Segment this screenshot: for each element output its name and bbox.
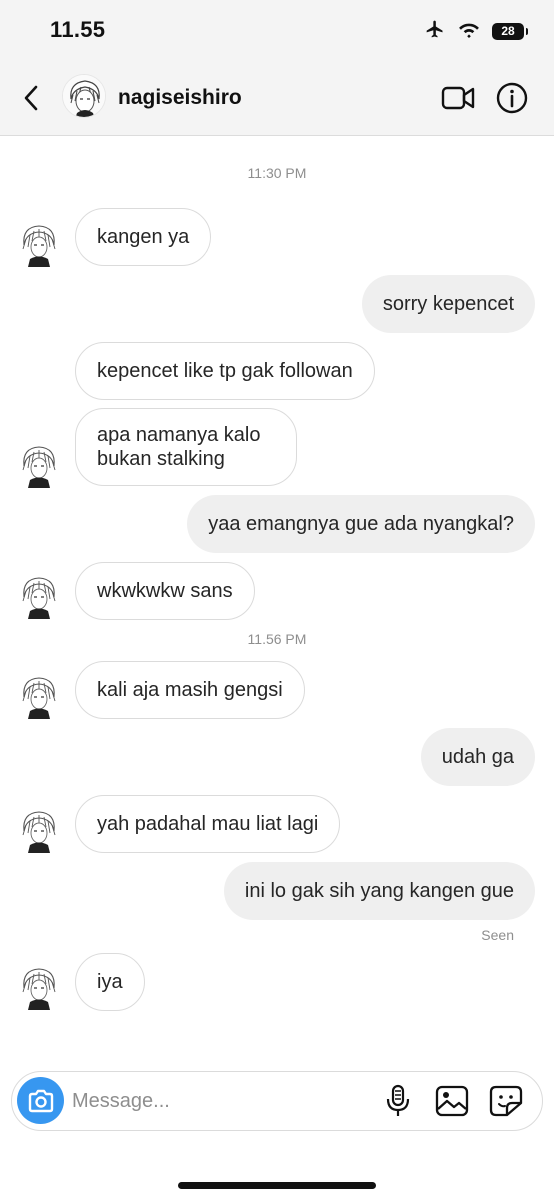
message-bubble-outgoing[interactable]: udah ga	[420, 728, 535, 786]
home-indicator[interactable]	[178, 1182, 376, 1189]
voice-message-button[interactable]	[382, 1084, 414, 1118]
chat-header: nagiseishiro	[0, 62, 554, 136]
info-button[interactable]	[495, 81, 529, 115]
timestamp: 11:30 PM	[247, 165, 307, 181]
message-avatar[interactable]	[20, 223, 58, 267]
camera-button[interactable]	[17, 1077, 64, 1124]
message-bubble-incoming[interactable]: kangen ya	[75, 208, 212, 266]
info-icon	[496, 82, 528, 114]
timestamp: 11.56 PM	[247, 631, 307, 647]
chat-username[interactable]: nagiseishiro	[118, 86, 242, 110]
status-time: 11.55	[50, 17, 106, 42]
status-icons: 28	[424, 19, 528, 44]
message-avatar[interactable]	[20, 966, 58, 1010]
message-avatar[interactable]	[20, 809, 58, 853]
message-bubble-incoming[interactable]: wkwkwkw sans	[75, 562, 255, 620]
camera-icon	[28, 1089, 53, 1112]
message-bubble-incoming[interactable]: iya	[75, 953, 145, 1011]
message-bubble-incoming[interactable]: yah padahal mau liat lagi	[75, 795, 341, 853]
gallery-button[interactable]	[434, 1084, 470, 1118]
message-composer	[11, 1071, 543, 1131]
avatar[interactable]	[62, 74, 106, 118]
airplane-icon	[424, 19, 446, 44]
seen-indicator: Seen	[481, 927, 514, 943]
gallery-icon	[435, 1085, 469, 1117]
message-bubble-incoming[interactable]: kepencet like tp gak followan	[75, 342, 375, 400]
back-chevron-icon	[24, 85, 38, 111]
message-bubble-incoming[interactable]: kali aja masih gengsi	[75, 661, 305, 719]
message-bubble-outgoing[interactable]: yaa emangnya gue ada nyangkal?	[187, 495, 535, 553]
microphone-icon	[386, 1084, 410, 1116]
message-avatar[interactable]	[20, 675, 58, 719]
back-button[interactable]	[16, 82, 46, 114]
sticker-icon	[489, 1085, 523, 1117]
message-input[interactable]	[72, 1086, 372, 1116]
message-avatar[interactable]	[20, 575, 58, 619]
message-bubble-incoming[interactable]: apa namanya kalo bukan stalking	[75, 408, 297, 486]
message-avatar[interactable]	[20, 444, 58, 488]
message-bubble-outgoing[interactable]: sorry kepencet	[361, 275, 535, 333]
video-call-button[interactable]	[440, 82, 476, 114]
sticker-button[interactable]	[488, 1084, 524, 1118]
video-camera-icon	[441, 86, 475, 110]
status-bar: 11.55 28	[0, 0, 554, 62]
message-bubble-outgoing[interactable]: ini lo gak sih yang kangen gue	[223, 862, 535, 920]
battery-icon: 28	[492, 22, 528, 40]
avatar-image	[63, 75, 105, 117]
wifi-icon	[458, 20, 480, 43]
